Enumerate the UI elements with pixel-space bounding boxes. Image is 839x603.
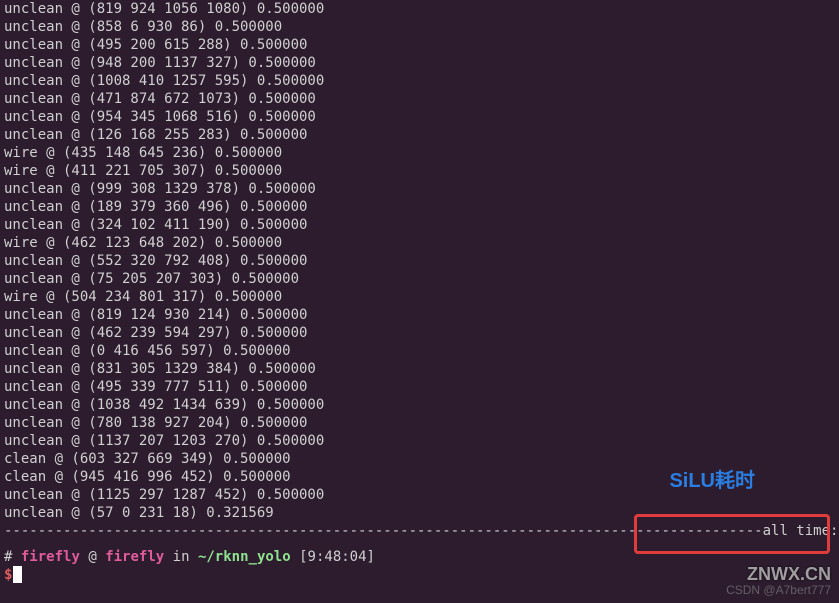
output-line: unclean @ (495 200 615 288) 0.500000 bbox=[4, 36, 835, 54]
prompt-user: firefly bbox=[21, 549, 80, 565]
output-line: unclean @ (954 345 1068 516) 0.500000 bbox=[4, 108, 835, 126]
output-line: unclean @ (495 339 777 511) 0.500000 bbox=[4, 378, 835, 396]
output-line: wire @ (504 234 801 317) 0.500000 bbox=[4, 288, 835, 306]
output-line: unclean @ (1038 492 1434 639) 0.500000 bbox=[4, 396, 835, 414]
output-line: unclean @ (75 205 207 303) 0.500000 bbox=[4, 270, 835, 288]
output-line: unclean @ (126 168 255 283) 0.500000 bbox=[4, 126, 835, 144]
output-line: unclean @ (57 0 231 18) 0.321569 bbox=[4, 504, 835, 522]
output-line: unclean @ (462 239 594 297) 0.500000 bbox=[4, 324, 835, 342]
output-line: unclean @ (189 379 360 496) 0.500000 bbox=[4, 198, 835, 216]
output-line: unclean @ (999 308 1329 378) 0.500000 bbox=[4, 180, 835, 198]
output-line: unclean @ (858 6 930 86) 0.500000 bbox=[4, 18, 835, 36]
output-line: unclean @ (831 305 1329 384) 0.500000 bbox=[4, 360, 835, 378]
annotation-label: SiLU耗时 bbox=[669, 472, 755, 490]
prompt-line: # firefly @ firefly in ~/rknn_yolo [9:48… bbox=[4, 548, 835, 566]
output-line: wire @ (462 123 648 202) 0.500000 bbox=[4, 234, 835, 252]
prompt-in: in bbox=[173, 549, 190, 565]
watermark-author: CSDN @A7bert777 bbox=[726, 581, 831, 599]
prompt-input-line[interactable]: $ bbox=[4, 566, 835, 584]
output-line: unclean @ (324 102 411 190) 0.500000 bbox=[4, 216, 835, 234]
output-line: unclean @ (1137 207 1203 270) 0.500000 bbox=[4, 432, 835, 450]
prompt-time: [9:48:04] bbox=[299, 549, 375, 565]
cursor-block bbox=[13, 566, 22, 583]
output-line: unclean @ (1008 410 1257 595) 0.500000 bbox=[4, 72, 835, 90]
output-line: unclean @ (819 124 930 214) 0.500000 bbox=[4, 306, 835, 324]
output-line: clean @ (603 327 669 349) 0.500000 bbox=[4, 450, 835, 468]
output-line: wire @ (435 148 645 236) 0.500000 bbox=[4, 144, 835, 162]
output-line: unclean @ (0 416 456 597) 0.500000 bbox=[4, 342, 835, 360]
output-line: unclean @ (780 138 927 204) 0.500000 bbox=[4, 414, 835, 432]
output-line: unclean @ (552 320 792 408) 0.500000 bbox=[4, 252, 835, 270]
output-line: unclean @ (471 874 672 1073) 0.500000 bbox=[4, 90, 835, 108]
prompt-dollar: $ bbox=[4, 567, 12, 583]
output-line: unclean @ (948 200 1137 327) 0.500000 bbox=[4, 54, 835, 72]
prompt-host: firefly bbox=[105, 549, 164, 565]
prompt-hash: # bbox=[4, 549, 12, 565]
summary-line: ----------------------------------------… bbox=[4, 522, 835, 540]
prompt-path: ~/rknn_yolo bbox=[198, 549, 291, 565]
prompt-at: @ bbox=[88, 549, 96, 565]
terminal-output[interactable]: unclean @ (819 924 1056 1080) 0.500000un… bbox=[0, 0, 839, 584]
output-line: unclean @ (819 924 1056 1080) 0.500000 bbox=[4, 0, 835, 18]
output-line: wire @ (411 221 705 307) 0.500000 bbox=[4, 162, 835, 180]
